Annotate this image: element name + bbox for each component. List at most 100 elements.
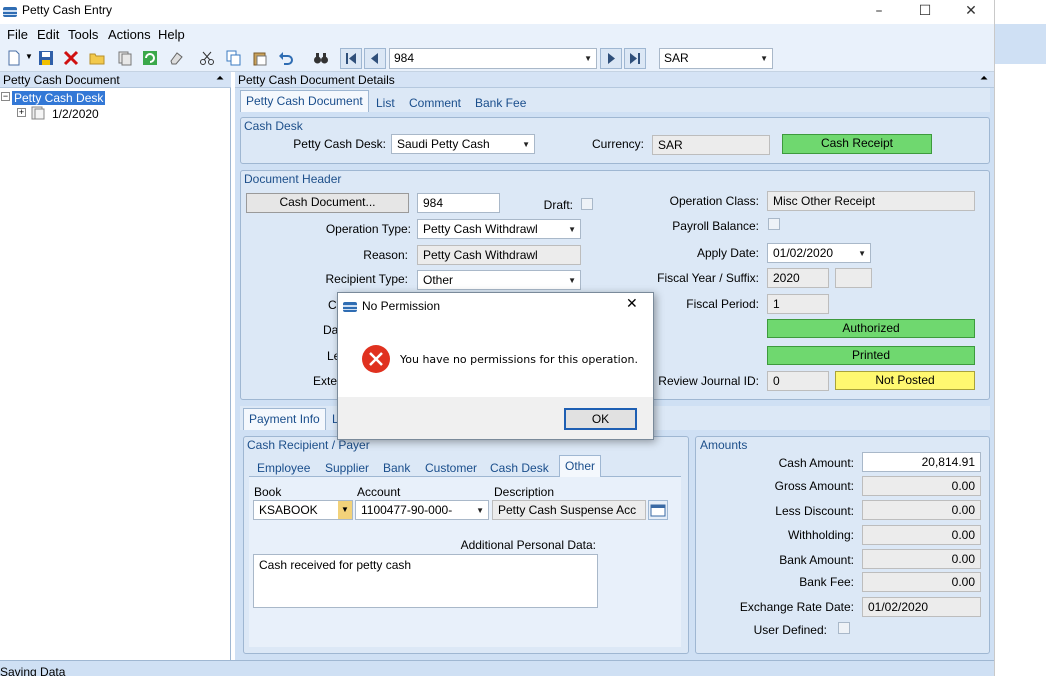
document-header-title: Document Header — [244, 172, 342, 186]
dialog-close-icon[interactable]: ✕ — [626, 296, 638, 312]
tree-root-item[interactable]: Petty Cash Desk — [12, 91, 106, 105]
ok-button[interactable]: OK — [564, 408, 637, 430]
menu-actions[interactable]: Actions — [108, 27, 151, 42]
recipient-type-value: Other — [423, 273, 454, 287]
tab-customer[interactable]: Customer — [425, 461, 477, 475]
save-icon[interactable] — [38, 50, 54, 66]
gross-amount-label: Gross Amount: — [774, 479, 854, 493]
paste-icon[interactable] — [252, 50, 268, 66]
chevron-down-icon: ▼ — [338, 501, 352, 519]
menu-file[interactable]: File — [7, 27, 28, 42]
apply-date-label: Apply Date: — [696, 246, 759, 260]
tab-employee[interactable]: Employee — [257, 461, 310, 475]
fiscal-year-field: 2020 — [767, 268, 829, 288]
left-panel-header: Petty Cash Document — [0, 72, 231, 88]
new-icon[interactable] — [6, 50, 22, 66]
tree-date-item[interactable]: 1/2/2020 — [52, 107, 99, 121]
find-icon[interactable] — [313, 50, 329, 66]
close-icon[interactable]: ✕ — [948, 0, 994, 24]
account-select[interactable]: 1100477-90-000- ▼ — [355, 500, 489, 520]
chevron-down-icon: ▼ — [476, 506, 484, 515]
next-record-icon[interactable] — [600, 48, 622, 69]
operation-type-value: Petty Cash Withdrawl — [423, 222, 538, 236]
pin-icon[interactable]: ⏶ — [216, 73, 224, 84]
operation-type-select[interactable]: Petty Cash Withdrawl ▼ — [417, 219, 581, 239]
operation-class-field: Misc Other Receipt — [767, 191, 975, 211]
expand-icon[interactable]: + — [17, 108, 26, 117]
additional-data-textarea[interactable]: Cash received for petty cash — [253, 554, 598, 608]
prev-record-icon[interactable] — [364, 48, 386, 69]
chevron-down-icon: ▼ — [568, 276, 576, 285]
tab-bank-fee[interactable]: Bank Fee — [475, 96, 526, 110]
copy-icon[interactable] — [226, 50, 242, 66]
tab-petty-cash-document[interactable]: Petty Cash Document — [240, 90, 369, 112]
chevron-down-icon: ▼ — [522, 140, 530, 149]
menu-help[interactable]: Help — [158, 27, 185, 42]
amounts-title: Amounts — [700, 438, 748, 452]
left-panel-title: Petty Cash Document — [3, 73, 120, 87]
less-discount-field: 0.00 — [862, 500, 981, 520]
cash-amount-field[interactable]: 20,814.91 — [862, 452, 981, 472]
tab-bank[interactable]: Bank — [383, 461, 410, 475]
book-value: KSABOOK — [259, 503, 318, 517]
tab-other[interactable]: Other — [559, 455, 602, 477]
calendar-icon[interactable] — [648, 500, 668, 520]
copy-doc-icon[interactable] — [117, 50, 133, 66]
reason-field: Petty Cash Withdrawl — [417, 245, 581, 265]
gross-amount-field: 0.00 — [862, 476, 981, 496]
tab-supplier[interactable]: Supplier — [325, 461, 369, 475]
tab-comment[interactable]: Comment — [409, 96, 461, 110]
cash-receipt-button[interactable]: Cash Receipt — [782, 134, 932, 154]
tab-payment-info[interactable]: Payment Info — [243, 408, 326, 430]
eraser-icon[interactable] — [168, 50, 184, 66]
bank-amount-label: Bank Amount: — [779, 553, 854, 567]
draft-checkbox[interactable] — [581, 198, 593, 210]
desk-value: Saudi Petty Cash — [397, 137, 490, 151]
record-selector[interactable]: 984 ▼ — [389, 48, 597, 69]
collapse-icon[interactable]: − — [1, 92, 10, 101]
pin-icon[interactable]: ⏶ — [980, 73, 988, 84]
first-record-icon[interactable] — [340, 48, 362, 69]
withholding-field: 0.00 — [862, 525, 981, 545]
document-tree — [0, 88, 231, 660]
obscured-label: Exte — [313, 374, 338, 388]
cut-icon[interactable] — [199, 50, 215, 66]
recipient-type-select[interactable]: Other ▼ — [417, 270, 581, 290]
fiscal-suffix-field — [835, 268, 872, 288]
desk-select[interactable]: Saudi Petty Cash ▼ — [391, 134, 535, 154]
delete-icon[interactable] — [63, 50, 79, 66]
tab-list[interactable]: List — [376, 96, 395, 110]
cash-amount-label: Cash Amount: — [778, 456, 854, 470]
refresh-icon[interactable] — [142, 50, 158, 66]
apply-date-picker[interactable]: 01/02/2020 ▼ — [767, 243, 871, 263]
menu-tools[interactable]: Tools — [68, 27, 98, 42]
authorized-status[interactable]: Authorized — [767, 319, 975, 338]
undo-icon[interactable] — [278, 50, 294, 66]
chevron-down-icon: ▼ — [584, 54, 592, 63]
currency-selector[interactable]: SAR ▼ — [659, 48, 773, 69]
bank-fee-label: Bank Fee: — [799, 575, 854, 589]
status-bar: Saving Data — [0, 660, 994, 676]
chevron-down-icon: ▼ — [760, 54, 768, 63]
cash-document-field[interactable]: 984 — [417, 193, 500, 213]
new-dropdown-icon[interactable]: ▼ — [25, 52, 33, 61]
posting-status[interactable]: Not Posted — [835, 371, 975, 390]
obscured-label: C — [328, 298, 337, 312]
description-field: Petty Cash Suspense Acc — [492, 500, 646, 520]
user-defined-checkbox[interactable] — [838, 622, 850, 634]
folder-icon[interactable] — [89, 50, 105, 66]
exchange-rate-date-field: 01/02/2020 — [862, 597, 981, 617]
maximize-icon[interactable]: ☐ — [902, 0, 948, 24]
menu-edit[interactable]: Edit — [37, 27, 59, 42]
cash-document-button[interactable]: Cash Document... — [246, 193, 409, 213]
last-record-icon[interactable] — [624, 48, 646, 69]
app-icon — [3, 7, 17, 17]
minimize-icon[interactable]: – — [856, 0, 902, 24]
tab-cash-desk[interactable]: Cash Desk — [490, 461, 549, 475]
payroll-balance-checkbox[interactable] — [768, 218, 780, 230]
cash-recipient-title: Cash Recipient / Payer — [247, 438, 370, 452]
background-window-band — [995, 24, 1046, 64]
reason-label: Reason: — [363, 248, 408, 262]
book-select[interactable]: KSABOOK ▼ — [253, 500, 353, 520]
printed-status[interactable]: Printed — [767, 346, 975, 365]
